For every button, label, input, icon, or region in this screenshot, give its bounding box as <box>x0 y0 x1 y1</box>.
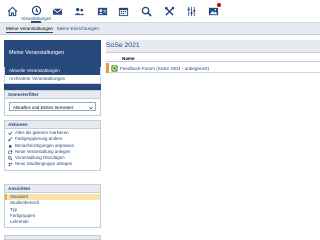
courses-icon[interactable] <box>29 3 43 17</box>
home-icon[interactable] <box>5 4 19 18</box>
sidebar-nav: Aktuelle Veranstaltungen Archivierte Ver… <box>4 67 101 84</box>
sidebar: Meine Veranstaltungen Aktuelle Veranstal… <box>0 36 103 240</box>
color-group-stripe <box>106 63 109 73</box>
add-course-icon <box>8 150 13 155</box>
profile-icon[interactable] <box>95 4 109 18</box>
actions-title: Aktionen <box>5 121 100 129</box>
semester-filter-widget: Semesterfilter Aktuelles und letztes Sem… <box>4 90 101 116</box>
sidebar-item-aktuelle-veranstaltungen[interactable]: Aktuelle Veranstaltungen <box>5 67 100 75</box>
action-label: Neue Studiengruppe anlegen <box>15 161 73 167</box>
sidebar-bottom-widget <box>4 235 101 240</box>
table-row[interactable]: Feedback-Forum (SoSe 2004 - unbegrenzt) <box>106 63 320 73</box>
action-label: Alles als gelesen markieren <box>15 130 69 135</box>
action-new-study-group[interactable]: Neue Studiengruppe anlegen <box>5 161 100 167</box>
secondary-tabs: Meine Veranstaltungen Meine Einrichtunge… <box>0 23 320 35</box>
check-icon <box>8 131 13 136</box>
main-content: SoSe 2021 Name Feedback-Forum (SoSe 2004… <box>106 36 320 240</box>
sidebar-title: Meine Veranstaltungen <box>9 50 65 56</box>
action-label: Veranstaltung hinzufügen <box>15 155 65 161</box>
views-widget: Ansichten Standard Studienbereich Typ Fa… <box>4 184 101 229</box>
semester-filter-select[interactable]: Aktuelles und letztes Semester <box>9 102 96 111</box>
sidebar-item-archivierte-veranstaltungen[interactable]: Archivierte Veranstaltungen <box>5 75 100 83</box>
photo-icon[interactable] <box>206 3 221 18</box>
column-header-name: Name <box>122 55 135 61</box>
table-header: Name <box>106 54 320 62</box>
search-icon[interactable] <box>139 4 153 18</box>
action-label: Benachrichtigungen anpassen <box>15 142 75 148</box>
admin-icon[interactable] <box>184 4 198 18</box>
tab-meine-einrichtungen[interactable]: Meine Einrichtungen <box>57 26 99 31</box>
forum-icon <box>111 64 118 72</box>
tools-icon[interactable] <box>162 4 176 18</box>
chevron-down-icon <box>89 106 93 110</box>
actions-widget: Aktionen Alles als gelesen markieren Far… <box>4 120 101 171</box>
brush-icon <box>8 137 13 142</box>
add-group-icon <box>8 163 13 167</box>
notification-badge <box>217 3 221 7</box>
semester-header: SoSe 2021 <box>106 40 320 53</box>
view-lehrende[interactable]: Lehrende <box>5 219 100 225</box>
course-name-link[interactable]: Feedback-Forum (SoSe 2004 - unbegrenzt) <box>120 66 209 71</box>
mail-icon[interactable] <box>50 4 64 18</box>
action-label: Farbgruppierung ändern <box>15 136 63 142</box>
top-navigation: Veranstaltungen <box>0 0 320 23</box>
views-title: Ansichten <box>5 185 100 193</box>
search-plus-icon <box>8 156 13 161</box>
tab-meine-veranstaltungen[interactable]: Meine Veranstaltungen <box>6 26 53 33</box>
action-label: Neue Veranstaltung anlegen <box>15 148 71 154</box>
bell-icon <box>8 144 12 149</box>
calendar-icon[interactable] <box>116 4 130 18</box>
semester-title: SoSe 2021 <box>106 42 140 49</box>
semester-filter-title: Semesterfilter <box>5 91 100 99</box>
semester-filter-value: Aktuelles und letztes Semester <box>13 104 74 110</box>
community-icon[interactable] <box>72 4 86 18</box>
